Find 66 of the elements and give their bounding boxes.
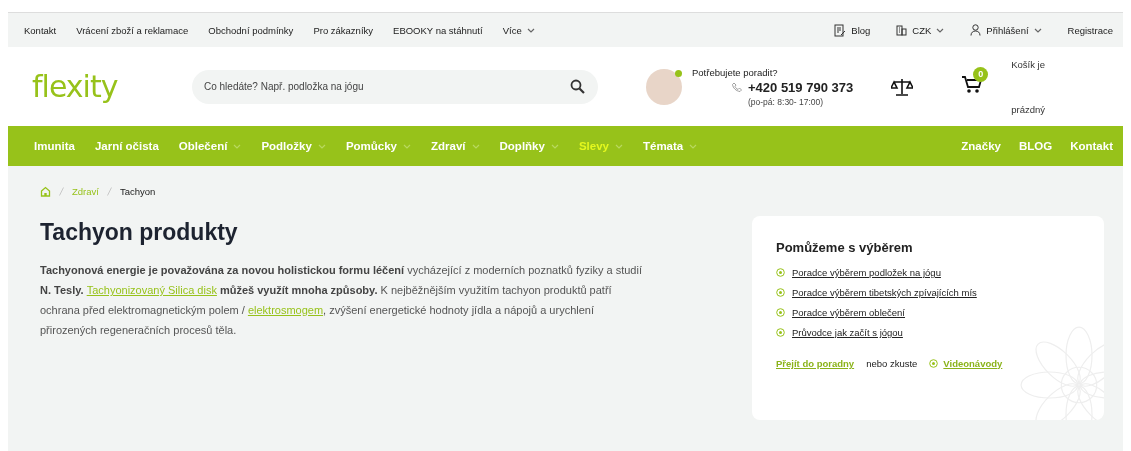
- bullet-icon: [776, 288, 785, 297]
- bullet-icon: [776, 268, 785, 277]
- guide-link[interactable]: Průvodce jak začít s jógou: [792, 327, 903, 338]
- top-link[interactable]: Pro zákazníky: [313, 24, 374, 36]
- scales-icon[interactable]: [891, 77, 914, 96]
- nav-item[interactable]: Témata: [642, 140, 684, 152]
- top-link[interactable]: EBOOKY na stáhnutí: [393, 24, 483, 36]
- intro-paragraph: Tachyonová energie je považována za novou holistickou formu léčení vycházející z moderních poznatků fyziky a studií N. Tesly. Tachyonizovaný Silica disk můžeš využít mnoha způsoby. K nejběžnějším využitím tachyon produktů patří ochrana před elektromagnetickým polem / elektrosmogem, zvýšení energetické hodnoty jídla a nápojů a urychlení přirozených regeneračních procesů těla.: [40, 263, 643, 338]
- bullet-icon: [776, 308, 785, 317]
- nav-item[interactable]: Podložky: [261, 140, 312, 152]
- caret-icon: [526, 27, 535, 33]
- building-icon: [896, 24, 908, 36]
- nav-item[interactable]: BLOG: [1018, 140, 1053, 152]
- caret-icon: [317, 143, 326, 149]
- guide-link[interactable]: Poradce výběrem oblečení: [792, 307, 905, 318]
- nav-item[interactable]: Slevy: [578, 140, 609, 152]
- breadcrumb-separator-icon: [106, 187, 112, 196]
- bullet-icon: [776, 328, 785, 337]
- more-link[interactable]: Více: [502, 24, 522, 36]
- breadcrumb-separator-icon: [59, 187, 64, 196]
- nav-item[interactable]: Doplňky: [499, 140, 545, 152]
- guide-link[interactable]: Poradce výběrem tibetských zpívajících mís: [792, 287, 977, 298]
- video-link[interactable]: Videonávody: [943, 358, 1003, 369]
- breadcrumb-item: Tachyon: [119, 186, 156, 197]
- search-icon[interactable]: [570, 78, 586, 95]
- caret-icon: [936, 27, 945, 33]
- nav-item[interactable]: Zdraví: [431, 140, 466, 152]
- cart-status: Košík je: [1011, 58, 1045, 70]
- top-link[interactable]: Blog: [851, 24, 871, 36]
- play-icon: [929, 359, 939, 368]
- document-pen-icon: [834, 23, 847, 37]
- cart-count-badge: 0: [973, 66, 989, 82]
- caret-icon: [614, 143, 623, 149]
- phone-number[interactable]: +420 519 790 373: [748, 79, 854, 95]
- top-link[interactable]: Přihlášení: [986, 24, 1029, 36]
- or-text: nebo zkuste: [866, 358, 918, 369]
- help-prompt: Potřebujete poradit?: [692, 66, 779, 78]
- card-title: Pomůžeme s výběrem: [776, 240, 914, 255]
- search-field[interactable]: Co hledáte? Např. podložka na jógu: [192, 69, 598, 104]
- caret-icon: [233, 143, 242, 149]
- text-link[interactable]: Tachyonizovaný Silica disk: [86, 284, 217, 296]
- phone-icon: [732, 82, 742, 92]
- nav-item[interactable]: Kontakt: [1070, 140, 1113, 152]
- caret-icon: [550, 143, 559, 149]
- top-link[interactable]: Registrace: [1067, 24, 1113, 36]
- nav-item[interactable]: Jarní očista: [94, 140, 159, 152]
- advice-link[interactable]: Přejít do poradny: [776, 358, 855, 369]
- caret-icon: [689, 143, 698, 149]
- nav-item[interactable]: Oblečení: [178, 140, 228, 152]
- top-link[interactable]: Vrácení zboží a reklamace: [76, 24, 189, 36]
- user-icon: [970, 24, 982, 36]
- logo[interactable]: flexity: [32, 69, 192, 104]
- guide-link[interactable]: Poradce výběrem podložek na jógu: [792, 267, 941, 278]
- nav-item[interactable]: Imunita: [34, 140, 75, 152]
- caret-icon: [403, 143, 411, 149]
- cart-status: prázdný: [1011, 103, 1045, 115]
- caret-icon: [471, 143, 480, 149]
- nav-item[interactable]: Značky: [961, 140, 1001, 152]
- top-link[interactable]: Kontakt: [24, 24, 57, 36]
- caret-icon: [1033, 27, 1042, 33]
- page-title: Tachyon produkty: [40, 219, 239, 246]
- top-link[interactable]: CZK: [912, 24, 932, 36]
- opening-hours: (po-pá: 8:30- 17:00): [748, 96, 825, 107]
- top-link[interactable]: Obchodní podmínky: [208, 24, 294, 36]
- nav-item[interactable]: Pomůcky: [345, 140, 397, 152]
- breadcrumb-item[interactable]: Zdraví: [72, 186, 99, 197]
